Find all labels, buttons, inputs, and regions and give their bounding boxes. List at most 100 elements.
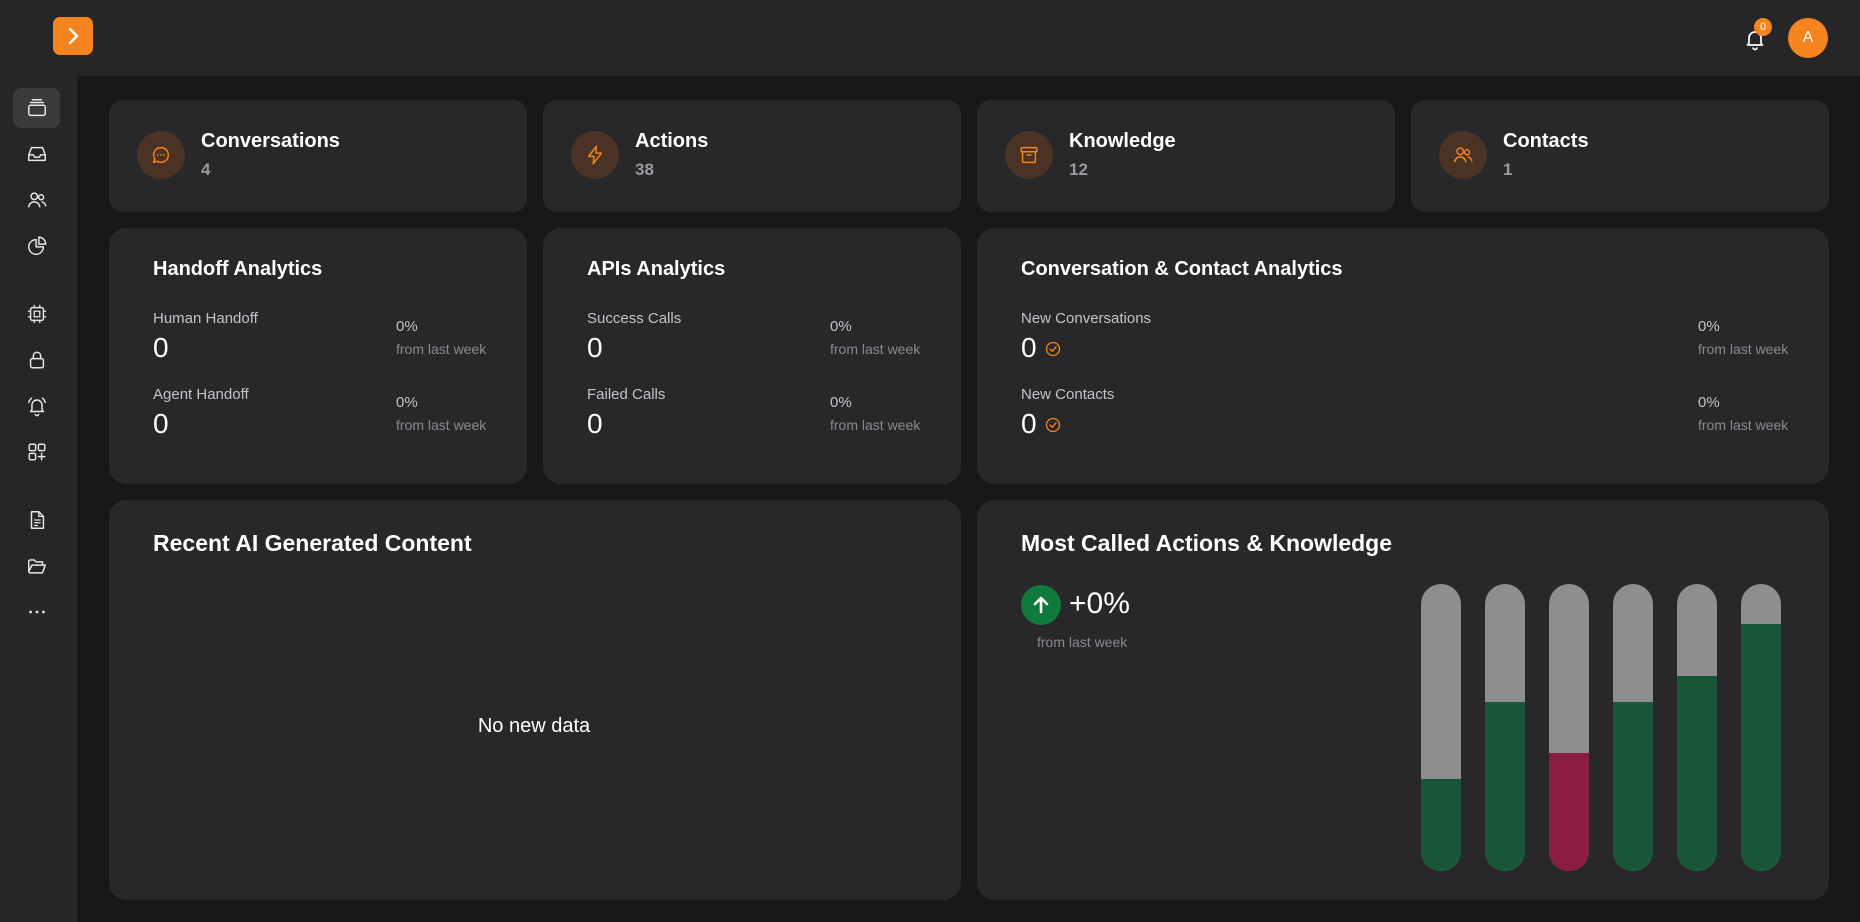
sidebar-item-files[interactable]	[13, 546, 60, 586]
apps-add-icon	[27, 443, 46, 461]
stat-title: Conversations	[201, 130, 340, 152]
lightning-icon	[587, 145, 603, 165]
sidebar-item-integrations[interactable]	[13, 432, 60, 472]
metric-value: 0	[153, 332, 169, 363]
chat-bubble-icon	[152, 146, 170, 164]
sidebar-item-analytics[interactable]	[13, 226, 60, 266]
stat-icon-wrapper	[1439, 131, 1487, 179]
card-title: Recent AI Generated Content	[153, 530, 472, 556]
bar-fill	[1677, 676, 1717, 871]
stat-value: 12	[1069, 160, 1088, 179]
stat-card-knowledge[interactable]: Knowledge 12	[977, 100, 1395, 212]
metric-label: New Contacts	[1021, 386, 1115, 403]
layers-icon	[27, 99, 46, 117]
metric-value: 0	[153, 408, 169, 439]
empty-state-text: No new data	[477, 715, 591, 737]
bar-track	[1485, 584, 1525, 871]
stat-value: 1	[1503, 160, 1513, 179]
notification-count-badge: 0	[1754, 18, 1772, 36]
sidebar-item-alerts[interactable]	[13, 386, 60, 426]
pie-chart-icon	[27, 236, 46, 255]
trend-subtext: from last week	[1037, 634, 1128, 650]
alarm-bell-icon	[27, 397, 46, 417]
stat-title: Contacts	[1503, 130, 1589, 152]
more-icon	[28, 610, 45, 614]
metric-subtext: from last week	[1698, 341, 1789, 357]
conversation-contact-analytics-card: Conversation & Contact Analytics New Con…	[977, 228, 1829, 484]
apis-analytics-card: APIs Analytics Success Calls 0 0% from l…	[543, 228, 961, 484]
sidebar-item-models[interactable]	[13, 294, 60, 334]
card-title: APIs Analytics	[587, 258, 726, 280]
trend-up-badge	[1021, 585, 1061, 625]
metric-percent: 0%	[396, 394, 418, 411]
metric-percent: 0%	[396, 318, 418, 335]
sidebar-item-contacts[interactable]	[13, 180, 60, 220]
chip-icon	[27, 304, 46, 324]
metric-subtext: from last week	[830, 341, 921, 357]
metric-label: Human Handoff	[153, 310, 258, 327]
stat-icon-wrapper	[571, 131, 619, 179]
stat-value: 4	[201, 160, 211, 179]
archive-icon	[1020, 146, 1038, 164]
metric-value: 0	[1021, 332, 1037, 363]
sidebar-toggle-button[interactable]	[53, 17, 93, 55]
top-bar: 0 A	[0, 0, 1860, 76]
stat-card-conversations[interactable]: Conversations 4	[109, 100, 527, 212]
metric-label: Failed Calls	[587, 386, 666, 403]
sidebar-item-dashboard[interactable]	[13, 88, 60, 128]
metric-value: 0	[587, 408, 603, 439]
stat-value: 38	[635, 160, 654, 179]
metric-value: 0	[587, 332, 603, 363]
sidebar-item-documents[interactable]	[13, 500, 60, 540]
metric-percent: 0%	[830, 394, 852, 411]
stat-card-contacts[interactable]: Contacts 1	[1411, 100, 1829, 212]
stat-icon-wrapper	[1005, 131, 1053, 179]
check-circle-icon	[1045, 417, 1061, 433]
bar-track	[1741, 584, 1781, 871]
card-title: Conversation & Contact Analytics	[1021, 258, 1343, 280]
sidebar-item-security[interactable]	[13, 340, 60, 380]
sidebar-item-inbox[interactable]	[13, 134, 60, 174]
stat-title: Knowledge	[1069, 130, 1176, 152]
handoff-analytics-card: Handoff Analytics Human Handoff 0 0% fro…	[109, 228, 527, 484]
check-circle-icon	[1045, 341, 1061, 357]
metric-subtext: from last week	[830, 417, 921, 433]
document-icon	[30, 511, 44, 529]
metric-label: Success Calls	[587, 310, 682, 327]
folder-icon	[27, 559, 46, 574]
avatar[interactable]: A	[1788, 18, 1828, 58]
recent-ai-content-card: Recent AI Generated Content No new data	[109, 500, 961, 900]
users-icon	[27, 192, 46, 208]
bar-track	[1677, 584, 1717, 871]
chevron-right-icon	[68, 27, 79, 45]
metric-subtext: from last week	[1698, 417, 1789, 433]
arrow-up-icon	[1033, 596, 1049, 614]
inbox-icon	[27, 146, 46, 162]
trend-value: +0%	[1069, 587, 1130, 620]
lock-icon	[29, 351, 44, 369]
bar-track	[1613, 584, 1653, 871]
most-called-card: Most Called Actions & Knowledge +0% from…	[977, 500, 1829, 900]
metric-label: Agent Handoff	[153, 386, 249, 403]
users-icon	[1454, 147, 1473, 163]
metric-subtext: from last week	[396, 417, 487, 433]
metric-label: New Conversations	[1021, 310, 1152, 327]
metric-subtext: from last week	[396, 341, 487, 357]
stat-icon-wrapper	[137, 131, 185, 179]
card-title: Most Called Actions & Knowledge	[1021, 530, 1393, 556]
metric-percent: 0%	[1698, 318, 1720, 335]
bar-track	[1421, 584, 1461, 871]
stat-title: Actions	[635, 130, 709, 152]
bar-fill	[1485, 702, 1525, 871]
bar-fill	[1613, 702, 1653, 871]
card-title: Handoff Analytics	[153, 258, 323, 280]
stat-card-actions[interactable]: Actions 38	[543, 100, 961, 212]
bar-fill	[1741, 624, 1781, 871]
metric-percent: 0%	[1698, 394, 1720, 411]
bar-fill	[1549, 753, 1589, 871]
metric-percent: 0%	[830, 318, 852, 335]
sidebar-item-more[interactable]	[13, 592, 60, 632]
bar-fill	[1421, 779, 1461, 871]
bar-track	[1549, 584, 1589, 871]
metric-value: 0	[1021, 408, 1037, 439]
